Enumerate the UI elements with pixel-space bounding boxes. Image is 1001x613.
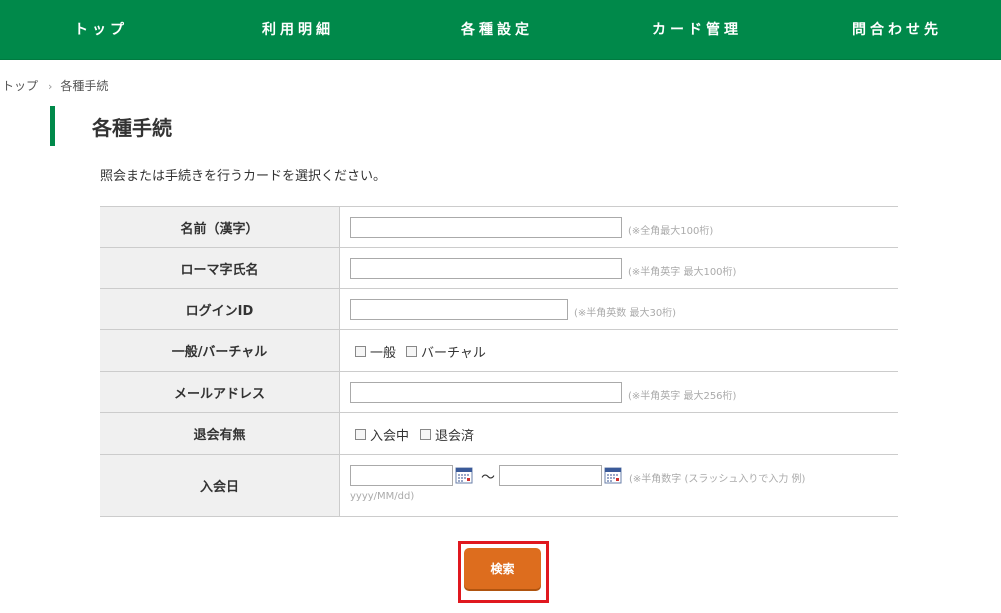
date-range-separator: ～ <box>481 470 495 486</box>
value-card-type: 一般 バーチャル <box>340 330 898 371</box>
email-input[interactable] <box>350 382 622 403</box>
breadcrumb-separator-icon: › <box>48 80 53 93</box>
title-accent-bar <box>50 106 55 146</box>
checkbox-withdrawn-box[interactable] <box>420 429 431 440</box>
join-date-hint-format: yyyy/MM/dd) <box>350 491 415 502</box>
nav-top[interactable]: トップ <box>74 0 128 60</box>
label-join-date: 入会日 <box>100 455 340 516</box>
join-date-from-input[interactable] <box>350 465 453 486</box>
instruction-text: 照会または手続きを行うカードを選択ください。 <box>100 169 387 184</box>
checkbox-member-box[interactable] <box>355 429 366 440</box>
row-withdrawal: 退会有無 入会中 退会済 <box>100 413 898 455</box>
label-withdrawal: 退会有無 <box>100 413 340 454</box>
calendar-to-icon[interactable] <box>604 466 622 484</box>
page-title: 各種手続 <box>92 116 172 140</box>
row-name-kanji: 名前（漢字） (※全角最大100桁) <box>100 207 898 248</box>
row-card-type: 一般/バーチャル 一般 バーチャル <box>100 330 898 372</box>
checkbox-general-box[interactable] <box>355 346 366 357</box>
login-id-input[interactable] <box>350 299 568 320</box>
value-join-date: ～ (※半角数字 (スラッシュ入りで入力 例) yyyy/MM/dd) <box>340 455 898 516</box>
row-login-id: ログインID (※半角英数 最大30桁) <box>100 289 898 330</box>
name-kanji-hint: (※全角最大100桁) <box>628 226 714 237</box>
search-form-table: 名前（漢字） (※全角最大100桁) ローマ字氏名 (※半角英字 最大100桁)… <box>100 206 898 517</box>
email-hint: (※半角英字 最大256桁) <box>628 391 737 402</box>
label-name-roman: ローマ字氏名 <box>100 248 340 288</box>
checkbox-member[interactable]: 入会中 <box>355 425 409 444</box>
value-login-id: (※半角英数 最大30桁) <box>340 289 898 329</box>
checkbox-virtual[interactable]: バーチャル <box>406 342 486 361</box>
calendar-from-icon[interactable] <box>455 466 473 484</box>
nav-settings[interactable]: 各種設定 <box>461 0 533 60</box>
value-name-kanji: (※全角最大100桁) <box>340 207 898 247</box>
checkbox-general-label: 一般 <box>370 346 397 361</box>
checkbox-withdrawn[interactable]: 退会済 <box>420 425 474 444</box>
name-kanji-input[interactable] <box>350 217 622 238</box>
name-roman-input[interactable] <box>350 258 622 279</box>
nav-usage-details[interactable]: 利用明細 <box>262 0 334 60</box>
breadcrumb-current: 各種手続 <box>60 79 109 93</box>
join-date-hint: (※半角数字 (スラッシュ入りで入力 例) <box>629 474 806 485</box>
value-withdrawal: 入会中 退会済 <box>340 413 898 454</box>
breadcrumb-home[interactable]: トップ <box>2 79 38 93</box>
breadcrumb: トップ › 各種手続 <box>2 77 108 94</box>
nav-card-management[interactable]: カード管理 <box>652 0 742 60</box>
label-login-id: ログインID <box>100 289 340 329</box>
search-button[interactable]: 検索 <box>464 548 541 589</box>
row-email: メールアドレス (※半角英字 最大256桁) <box>100 372 898 413</box>
checkbox-general[interactable]: 一般 <box>355 342 396 361</box>
nav-contact[interactable]: 問合わせ先 <box>852 0 942 60</box>
value-email: (※半角英字 最大256桁) <box>340 372 898 412</box>
row-join-date: 入会日 ～ (※半角数字 (スラッシュ入りで入力 例) yyyy/MM/dd) <box>100 455 898 517</box>
checkbox-virtual-box[interactable] <box>406 346 417 357</box>
label-card-type: 一般/バーチャル <box>100 330 340 371</box>
name-roman-hint: (※半角英字 最大100桁) <box>628 267 737 278</box>
checkbox-member-label: 入会中 <box>370 429 410 444</box>
join-date-to-input[interactable] <box>499 465 602 486</box>
checkbox-withdrawn-label: 退会済 <box>435 429 475 444</box>
login-id-hint: (※半角英数 最大30桁) <box>574 308 677 319</box>
label-email: メールアドレス <box>100 372 340 412</box>
top-navbar: トップ 利用明細 各種設定 カード管理 問合わせ先 <box>0 0 1001 60</box>
checkbox-virtual-label: バーチャル <box>421 346 486 361</box>
value-name-roman: (※半角英字 最大100桁) <box>340 248 898 288</box>
row-name-roman: ローマ字氏名 (※半角英字 最大100桁) <box>100 248 898 289</box>
label-name-kanji: 名前（漢字） <box>100 207 340 247</box>
